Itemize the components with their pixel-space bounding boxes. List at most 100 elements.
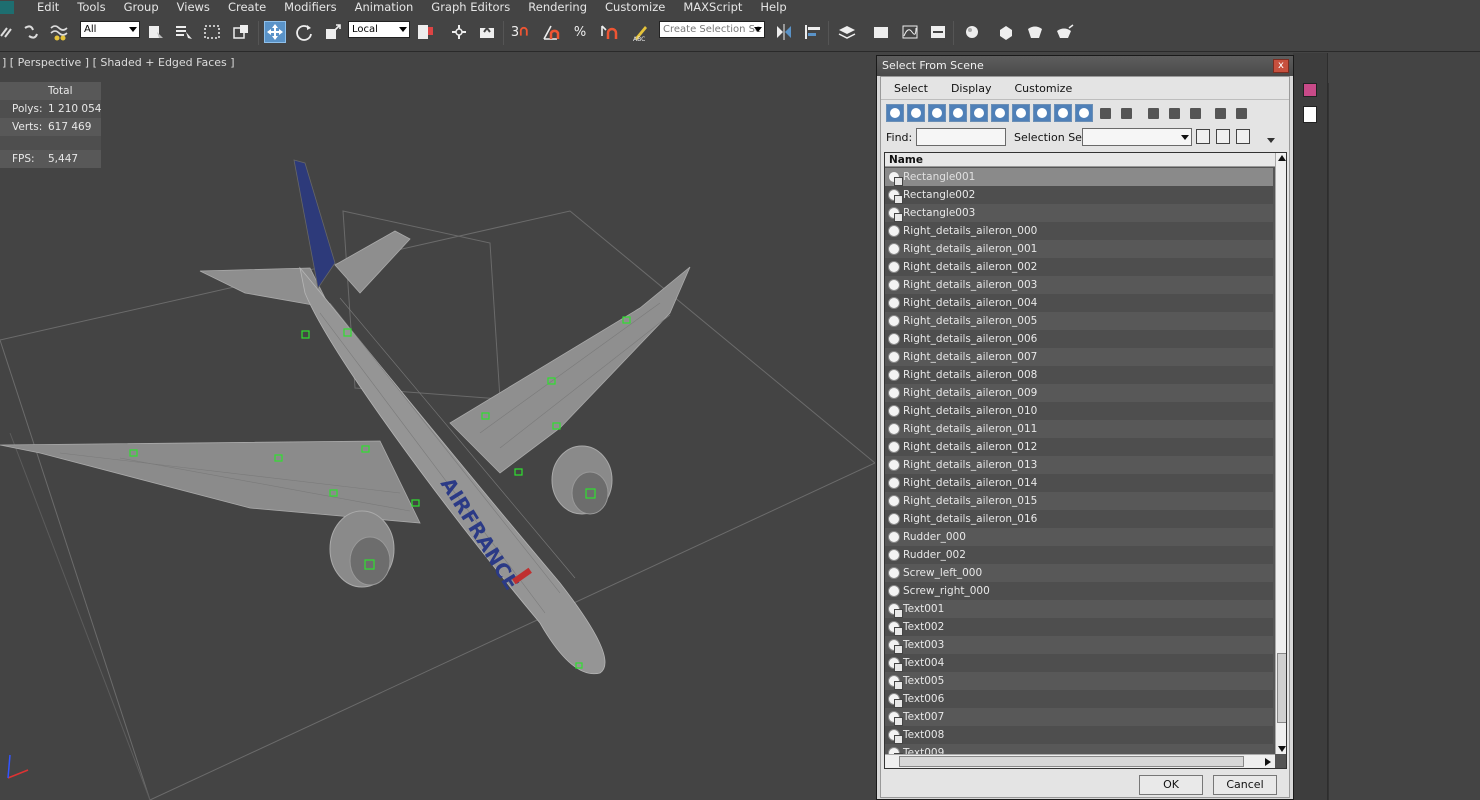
horizontal-scrollbar[interactable] xyxy=(885,754,1275,768)
object-row[interactable]: Right_details_aileron_015 xyxy=(885,492,1273,510)
reference-coordinate-dropdown[interactable]: Local xyxy=(348,21,410,38)
select-and-move-icon[interactable] xyxy=(264,21,286,43)
find-input[interactable] xyxy=(916,128,1006,146)
keyboard-shortcut-override-icon[interactable] xyxy=(476,21,498,43)
scene-object-list[interactable]: Name Rectangle001 Rectangle002 Rectangle00… xyxy=(884,152,1287,769)
menu-customize[interactable]: Customize xyxy=(596,0,674,15)
selection-set-dropdown[interactable] xyxy=(1082,128,1192,146)
display-none-icon[interactable] xyxy=(1165,104,1183,122)
object-row[interactable]: Right_details_aileron_008 xyxy=(885,366,1273,384)
object-row[interactable]: Right_details_aileron_016 xyxy=(885,510,1273,528)
object-row[interactable]: Right_details_aileron_014 xyxy=(885,474,1273,492)
layer-manager-icon[interactable] xyxy=(836,21,858,43)
object-row[interactable]: Right_details_aileron_001 xyxy=(885,240,1273,258)
select-manipulate-icon[interactable] xyxy=(448,21,470,43)
expand-toolbar-icon[interactable] xyxy=(1267,134,1275,143)
display-bones-icon[interactable] xyxy=(1054,104,1072,122)
menu-create[interactable]: Create xyxy=(219,0,275,15)
object-row[interactable]: Right_details_aileron_005 xyxy=(885,312,1273,330)
display-hidden-icon[interactable] xyxy=(1117,104,1135,122)
mirror-icon[interactable] xyxy=(773,21,795,43)
scroll-right-icon[interactable] xyxy=(1265,758,1271,766)
add-to-selection-set-icon[interactable] xyxy=(1216,129,1230,144)
cancel-button[interactable]: Cancel xyxy=(1213,775,1277,795)
align-icon[interactable] xyxy=(802,21,824,43)
object-row[interactable]: Text007 xyxy=(885,708,1273,726)
object-row[interactable]: Rudder_000 xyxy=(885,528,1273,546)
object-row[interactable]: Right_details_aileron_010 xyxy=(885,402,1273,420)
object-row[interactable]: Right_details_aileron_006 xyxy=(885,330,1273,348)
edit-named-selection-icon[interactable]: ABC xyxy=(630,21,652,43)
display-lights-icon[interactable] xyxy=(928,104,946,122)
named-selection-dropdown[interactable]: Create Selection Se xyxy=(659,21,765,38)
dialog-menu-display[interactable]: Display xyxy=(938,82,1002,95)
object-row[interactable]: Right_details_aileron_012 xyxy=(885,438,1273,456)
object-row[interactable]: Text003 xyxy=(885,636,1273,654)
menu-views[interactable]: Views xyxy=(168,0,219,15)
vertical-scrollbar[interactable] xyxy=(1275,153,1286,754)
display-space-warps-icon[interactable] xyxy=(991,104,1009,122)
dialog-title[interactable]: Select From Scene xyxy=(877,56,1293,76)
select-object-icon[interactable] xyxy=(144,21,166,43)
modifier-list-dropdown[interactable] xyxy=(1303,106,1317,123)
display-helpers-icon[interactable] xyxy=(970,104,988,122)
display-frozen-icon[interactable] xyxy=(1096,104,1114,122)
menu-maxscript[interactable]: MAXScript xyxy=(674,0,751,15)
object-row[interactable]: Right_details_aileron_004 xyxy=(885,294,1273,312)
object-row[interactable]: Rectangle001 xyxy=(885,168,1273,186)
viewport-label[interactable]: ] [ Perspective ] [ Shaded + Edged Faces… xyxy=(2,56,235,69)
object-row[interactable]: Right_details_aileron_003 xyxy=(885,276,1273,294)
perspective-viewport[interactable]: AIRFRANCE ] [ Perspective] [Shaded + E… xyxy=(0,53,875,800)
object-row[interactable]: Rectangle003 xyxy=(885,204,1273,222)
column-header-name[interactable]: Name xyxy=(885,153,1275,167)
app-logo-icon[interactable] xyxy=(0,1,14,14)
rendered-frame-window-icon[interactable] xyxy=(1024,21,1046,43)
object-row[interactable]: Right_details_aileron_007 xyxy=(885,348,1273,366)
create-selection-set-icon[interactable] xyxy=(1196,129,1210,144)
object-row[interactable]: Screw_right_000 xyxy=(885,582,1273,600)
menu-rendering[interactable]: Rendering xyxy=(519,0,596,15)
object-row[interactable]: Text004 xyxy=(885,654,1273,672)
snaps-toggle-icon[interactable]: 3 xyxy=(510,21,532,43)
menu-modifiers[interactable]: Modifiers xyxy=(275,0,346,15)
angle-snap-icon[interactable] xyxy=(540,21,562,43)
menu-animation[interactable]: Animation xyxy=(346,0,423,15)
object-row[interactable]: Right_details_aileron_009 xyxy=(885,384,1273,402)
dialog-menu-select[interactable]: Select xyxy=(881,82,938,95)
object-row[interactable]: Text002 xyxy=(885,618,1273,636)
object-row[interactable]: Text001 xyxy=(885,600,1273,618)
object-row[interactable]: Right_details_aileron_011 xyxy=(885,420,1273,438)
vertical-scroll-thumb[interactable] xyxy=(1277,653,1286,723)
object-row[interactable]: Screw_left_000 xyxy=(885,564,1273,582)
render-setup-icon[interactable] xyxy=(995,21,1017,43)
object-row[interactable]: Text008 xyxy=(885,726,1273,744)
scene-explorer-icon[interactable] xyxy=(870,21,892,43)
select-by-name-icon[interactable] xyxy=(172,21,194,43)
curve-editor-icon[interactable] xyxy=(899,21,921,43)
ok-button[interactable]: OK xyxy=(1139,775,1203,795)
percent-snap-icon[interactable]: % xyxy=(569,21,591,43)
object-row[interactable]: Rectangle002 xyxy=(885,186,1273,204)
bind-space-warp-icon[interactable] xyxy=(48,21,70,43)
display-cameras-icon[interactable] xyxy=(949,104,967,122)
display-groups-icon[interactable] xyxy=(1012,104,1030,122)
scroll-down-icon[interactable] xyxy=(1278,746,1286,752)
remove-from-selection-set-icon[interactable] xyxy=(1236,129,1250,144)
menu-group[interactable]: Group xyxy=(115,0,168,15)
window-crossing-icon[interactable] xyxy=(230,21,252,43)
object-row[interactable]: Right_details_aileron_013 xyxy=(885,456,1273,474)
render-production-icon[interactable] xyxy=(1053,21,1075,43)
spinner-snap-icon[interactable] xyxy=(598,21,620,43)
display-invert-icon[interactable] xyxy=(1186,104,1204,122)
display-xrefs-icon[interactable] xyxy=(1033,104,1051,122)
pivot-center-icon[interactable] xyxy=(414,21,436,43)
dialog-menu-customize[interactable]: Customize xyxy=(1001,82,1082,95)
menu-help[interactable]: Help xyxy=(751,0,795,15)
object-row[interactable]: Text005 xyxy=(885,672,1273,690)
select-and-scale-icon[interactable] xyxy=(322,21,344,43)
display-all-icon[interactable] xyxy=(1144,104,1162,122)
display-containers-icon[interactable] xyxy=(1075,104,1093,122)
material-editor-icon[interactable] xyxy=(961,21,983,43)
menu-edit[interactable]: Edit xyxy=(28,0,68,15)
link-icon[interactable] xyxy=(0,21,18,43)
